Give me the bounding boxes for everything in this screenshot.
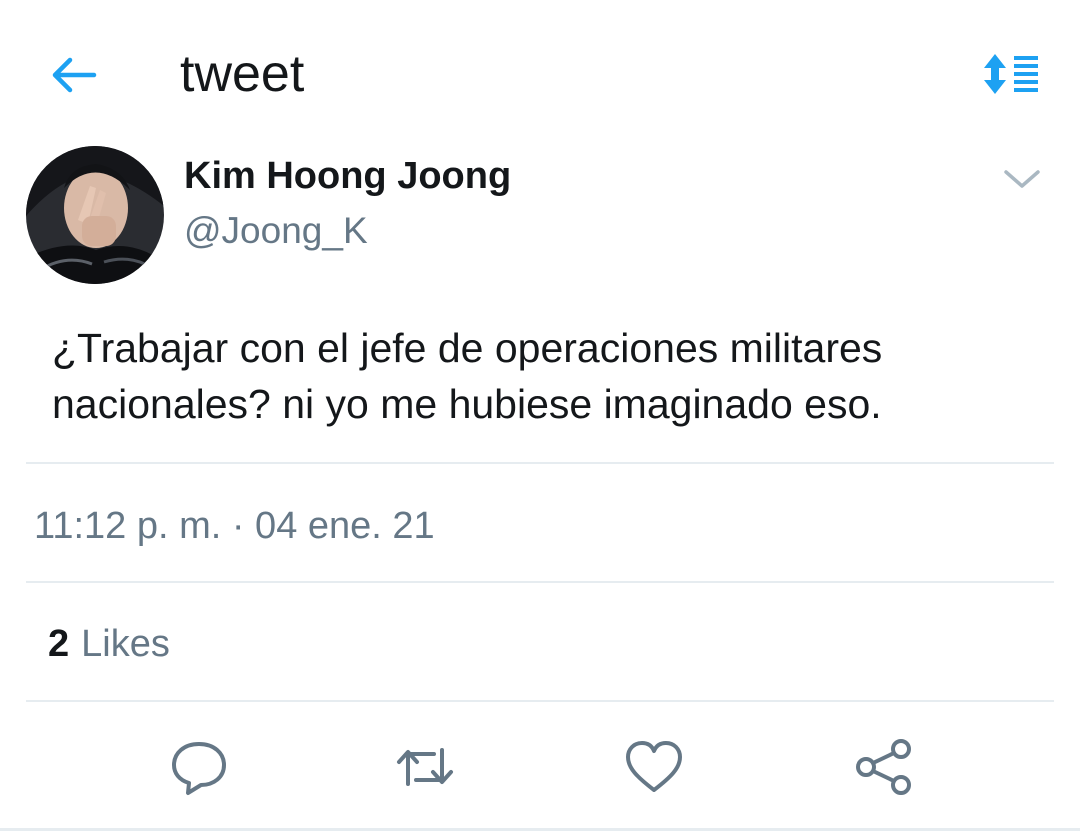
tweet-menu-button[interactable] [998,160,1046,200]
likes-stat[interactable]: 2 Likes [48,620,170,668]
like-button[interactable] [619,732,689,802]
tweet-text-line: ¿Trabajar con el jefe de operaciones mil… [52,325,883,371]
divider [26,462,1054,464]
reply-icon [172,742,226,795]
page-title: tweet [180,45,305,103]
sort-list-icon [984,54,1038,94]
likes-count: 2 [48,623,70,665]
chevron-down-icon [1004,170,1040,188]
profile-photo [26,146,164,284]
arrow-left-icon [52,57,97,93]
app-header: tweet [0,0,1080,140]
divider [26,700,1054,702]
retweet-button[interactable] [390,732,460,802]
avatar[interactable] [26,146,164,284]
share-icon [856,739,911,795]
tweet-text-line: nacionales? ni yo me hubiese imaginado e… [52,381,882,427]
sort-button[interactable] [982,52,1042,96]
heart-icon [626,741,682,792]
reply-button[interactable] [164,732,234,802]
likes-label: Likes [81,623,170,665]
back-button[interactable] [46,50,102,100]
retweet-icon [397,748,453,786]
author-name[interactable]: Kim Hoong Joong [184,152,511,200]
divider [26,581,1054,583]
author-handle[interactable]: @Joong_K [184,208,368,254]
tweet-text: ¿Trabajar con el jefe de operaciones mil… [52,320,1052,432]
tweet-timestamp: 11:12 p. m. · 04 ene. 21 [34,505,435,547]
share-button[interactable] [848,732,918,802]
